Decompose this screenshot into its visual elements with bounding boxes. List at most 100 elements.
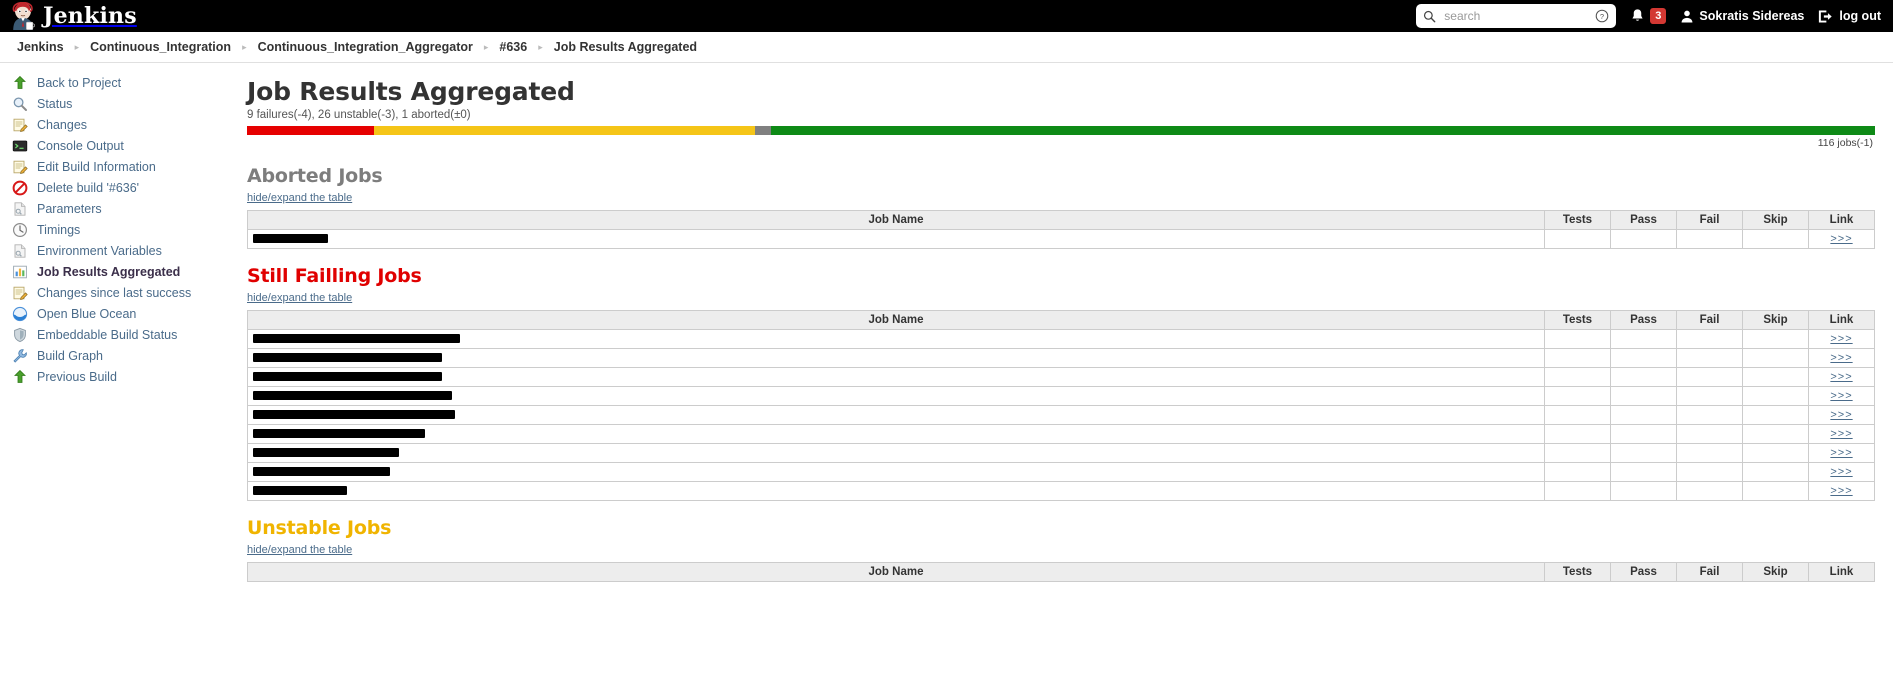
cell-pass (1610, 329, 1677, 349)
notepad-pencil-icon (12, 117, 28, 133)
search-input[interactable] (1442, 8, 1590, 24)
user-menu-link[interactable]: Sokratis Sidereas (1680, 9, 1804, 24)
job-detail-link[interactable]: >>> (1830, 333, 1852, 345)
user-name-label: Sokratis Sidereas (1699, 9, 1805, 23)
cell-pass (1610, 405, 1677, 425)
job-detail-link[interactable]: >>> (1830, 409, 1852, 421)
breadcrumb: Jenkins ▸ Continuous_Integration ▸ Conti… (0, 32, 1893, 63)
bell-icon (1630, 8, 1645, 24)
cell-job-name (247, 367, 1545, 387)
cell-pass (1610, 443, 1677, 463)
job-detail-link[interactable]: >>> (1830, 390, 1852, 402)
notepad-pencil-icon (12, 159, 28, 175)
breadcrumb-item-build-number[interactable]: #636 (499, 40, 527, 54)
cell-link: >>> (1808, 462, 1875, 482)
jenkins-home-link[interactable]: Jenkins (10, 2, 137, 30)
hide-expand-table-link[interactable]: hide/expand the table (247, 292, 352, 304)
column-header-link: Link (1808, 210, 1875, 230)
no-entry-icon (12, 180, 28, 196)
job-detail-link[interactable]: >>> (1830, 352, 1852, 364)
column-header-tests: Tests (1544, 210, 1611, 230)
sidebar-item-label: Parameters (37, 201, 102, 216)
sidebar-item-label: Previous Build (37, 369, 117, 384)
job-detail-link[interactable]: >>> (1830, 466, 1852, 478)
column-header-fail: Fail (1676, 562, 1743, 582)
sidebar-item-job-results-aggregated[interactable]: Job Results Aggregated (0, 261, 247, 282)
cell-link: >>> (1808, 481, 1875, 501)
magnifier-icon (12, 96, 28, 112)
page-body: Back to Project Status Changes Console Outp… (0, 63, 1893, 584)
sidebar-item-changes[interactable]: Changes (0, 114, 247, 135)
cell-job-name (247, 443, 1545, 463)
help-circle-icon[interactable]: ? (1595, 9, 1609, 23)
hide-expand-table-link[interactable]: hide/expand the table (247, 192, 352, 204)
redacted-job-name (253, 372, 442, 382)
sidebar-item-parameters[interactable]: Parameters (0, 198, 247, 219)
cell-tests (1544, 329, 1611, 349)
cell-job-name (247, 405, 1545, 425)
breadcrumb-item-continuous-integration-aggregator[interactable]: Continuous_Integration_Aggregator (258, 40, 473, 54)
sidebar-item-environment-variables[interactable]: Environment Variables (0, 240, 247, 261)
sidebar-item-build-graph[interactable]: Build Graph (0, 345, 247, 366)
sidebar-item-edit-build-information[interactable]: Edit Build Information (0, 156, 247, 177)
breadcrumb-item-continuous-integration[interactable]: Continuous_Integration (90, 40, 231, 54)
cell-skip (1742, 348, 1809, 368)
notepad-pencil-icon (12, 285, 28, 301)
section-failing: Still Failling Jobs hide/expand the table… (247, 265, 1875, 501)
cell-job-name (247, 348, 1545, 368)
table-row: >>> (247, 348, 1875, 368)
job-detail-link[interactable]: >>> (1830, 447, 1852, 459)
sidebar-item-delete-build-636[interactable]: Delete build '#636' (0, 177, 247, 198)
table-row: >>> (247, 424, 1875, 444)
sidebar-item-changes-since-last-success[interactable]: Changes since last success (0, 282, 247, 303)
cell-job-name (247, 329, 1545, 349)
search-box[interactable]: ? (1416, 4, 1617, 28)
job-detail-link[interactable]: >>> (1830, 371, 1852, 383)
status-segment-failures (247, 126, 374, 135)
breadcrumb-item-job-results-aggregated[interactable]: Job Results Aggregated (554, 40, 697, 54)
jobs-table-aborted: Job Name Tests Pass Fail Skip Link >>> (247, 210, 1875, 249)
redacted-job-name (253, 486, 347, 496)
table-row: >>> (247, 329, 1875, 349)
logout-button[interactable]: log out (1818, 9, 1881, 24)
sidebar-item-previous-build[interactable]: Previous Build (0, 366, 247, 387)
cell-pass (1610, 481, 1677, 501)
cell-fail (1676, 348, 1743, 368)
cell-fail (1676, 443, 1743, 463)
sidebar-item-open-blue-ocean[interactable]: Open Blue Ocean (0, 303, 247, 324)
jobs-table-failing: Job Name Tests Pass Fail Skip Link >>> >>> >>> >>… (247, 310, 1875, 501)
cell-pass (1610, 386, 1677, 406)
sidebar-item-status[interactable]: Status (0, 93, 247, 114)
breadcrumb-separator-icon: ▸ (242, 41, 247, 52)
table-header-row: Job Name Tests Pass Fail Skip Link (247, 210, 1875, 230)
table-row: >>> (247, 405, 1875, 425)
logout-label: log out (1839, 9, 1881, 23)
job-detail-link[interactable]: >>> (1830, 428, 1852, 440)
column-header-tests: Tests (1544, 562, 1611, 582)
terminal-icon (12, 138, 28, 154)
job-detail-link[interactable]: >>> (1830, 233, 1852, 245)
cell-pass (1610, 424, 1677, 444)
document-icon (12, 201, 28, 217)
breadcrumb-item-jenkins[interactable]: Jenkins (17, 40, 64, 54)
sidebar-item-back-to-project[interactable]: Back to Project (0, 72, 247, 93)
cell-skip (1742, 386, 1809, 406)
breadcrumb-separator-icon: ▸ (483, 41, 489, 52)
cell-job-name (247, 424, 1545, 444)
sidebar-item-console-output[interactable]: Console Output (0, 135, 247, 156)
cell-tests (1544, 348, 1611, 368)
sidebar-item-timings[interactable]: Timings (0, 219, 247, 240)
notifications-button[interactable]: 3 (1630, 8, 1667, 24)
job-detail-link[interactable]: >>> (1830, 485, 1852, 497)
sidebar-item-label: Delete build '#636' (37, 180, 140, 195)
cell-pass (1610, 367, 1677, 387)
table-header-row: Job Name Tests Pass Fail Skip Link (247, 310, 1875, 330)
redacted-job-name (253, 353, 442, 363)
results-status-bar (247, 126, 1875, 135)
cell-link: >>> (1808, 424, 1875, 444)
wrench-icon (12, 348, 28, 364)
sidebar-item-embeddable-build-status[interactable]: Embeddable Build Status (0, 324, 247, 345)
cell-link: >>> (1808, 405, 1875, 425)
redacted-job-name (253, 429, 425, 439)
hide-expand-table-link[interactable]: hide/expand the table (247, 544, 352, 556)
